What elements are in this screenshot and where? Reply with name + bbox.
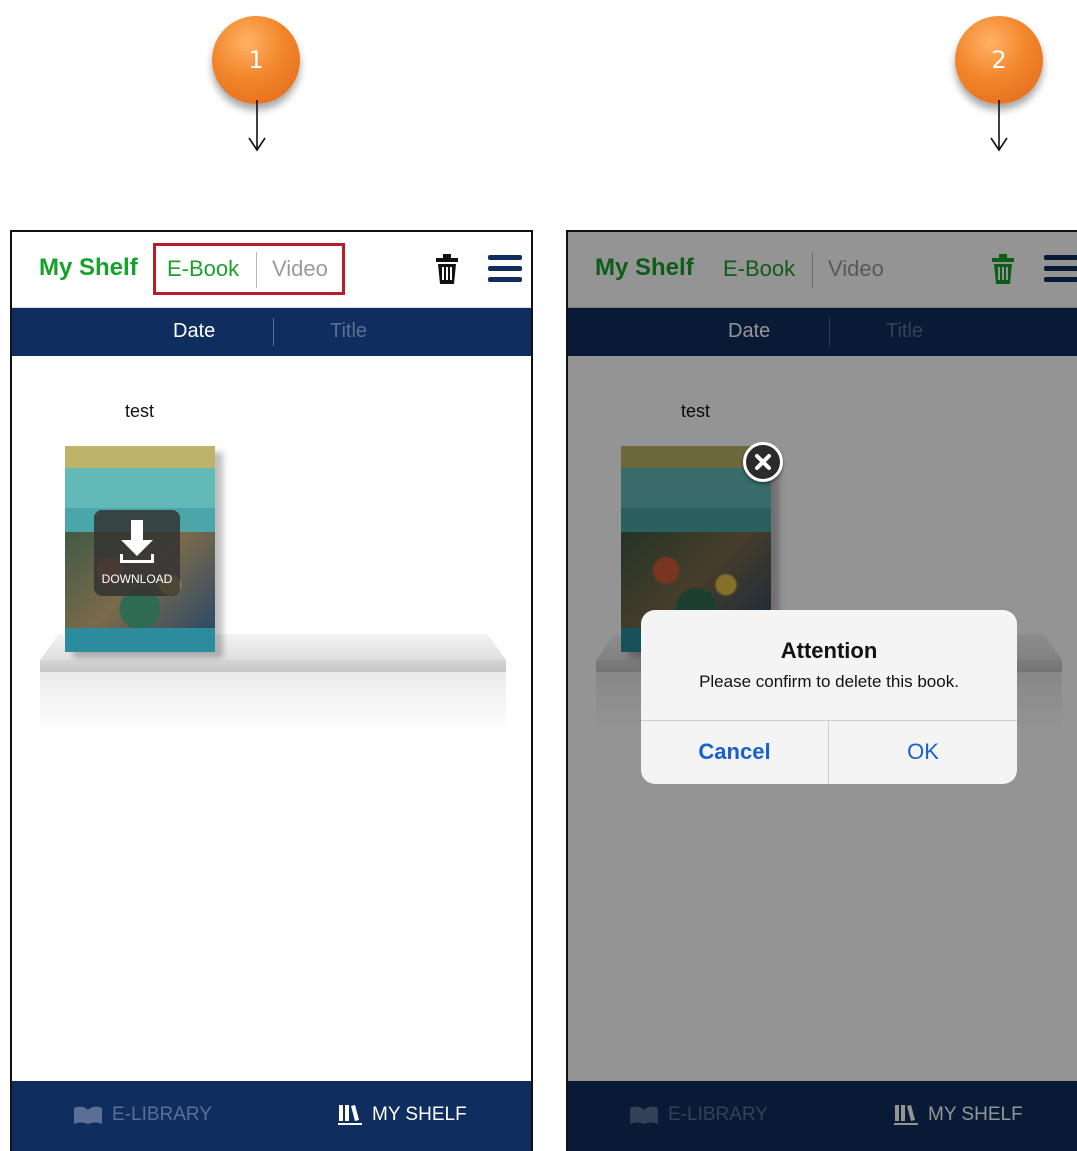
down-arrow-icon	[990, 100, 1008, 152]
tab-divider	[256, 252, 257, 288]
dialog-title: Attention	[780, 638, 878, 663]
sort-date[interactable]: Date	[173, 320, 215, 343]
tab-video[interactable]: Video	[272, 256, 328, 282]
sort-bar: Date Title	[12, 308, 531, 356]
tab-ebook[interactable]: E-Book	[167, 256, 239, 282]
step-2-badge: 2	[955, 16, 1043, 104]
tab-e-library-label: E-LIBRARY	[112, 1104, 212, 1125]
bottom-tab-bar: E-LIBRARY MY SHELF	[12, 1081, 531, 1151]
step-2-number: 2	[991, 46, 1007, 74]
tab-my-shelf-label: MY SHELF	[372, 1104, 467, 1125]
tab-my-shelf[interactable]: MY SHELF	[338, 1104, 467, 1126]
down-arrow-icon	[248, 100, 266, 152]
sort-divider	[273, 318, 274, 346]
phone-screen-1: My Shelf E-Book Video Date Title test DO…	[10, 230, 533, 1151]
step-1-number: 1	[248, 46, 264, 74]
delete-book-button[interactable]	[743, 442, 783, 482]
download-icon	[120, 520, 154, 563]
top-bar: My Shelf E-Book Video	[12, 232, 531, 308]
shelf-area: test DOWNLOAD	[12, 356, 531, 1081]
page-title: My Shelf	[39, 254, 138, 281]
menu-icon[interactable]	[488, 254, 522, 284]
phone-screen-2: My Shelf E-Book Video Date Title test E-…	[566, 230, 1077, 1151]
download-button[interactable]: DOWNLOAD	[94, 510, 180, 596]
tutorial-image: 1 2 My Shelf E-Book Video Date Title tes…	[0, 0, 1077, 1151]
tab-e-library[interactable]: E-LIBRARY	[74, 1104, 212, 1126]
ok-button[interactable]: OK	[829, 720, 1017, 784]
trash-icon[interactable]	[436, 254, 458, 284]
download-label: DOWNLOAD	[101, 572, 173, 586]
dialog-message: Please confirm to delete this book.	[699, 672, 959, 691]
books-icon	[338, 1105, 362, 1125]
cancel-button[interactable]: Cancel	[641, 720, 828, 784]
step-1-badge: 1	[212, 16, 300, 104]
sort-title[interactable]: Title	[330, 320, 367, 343]
open-book-icon	[74, 1106, 102, 1124]
shelf-label: test	[125, 401, 155, 421]
confirm-dialog: Attention Please confirm to delete this …	[641, 610, 1017, 784]
close-icon	[755, 454, 771, 470]
